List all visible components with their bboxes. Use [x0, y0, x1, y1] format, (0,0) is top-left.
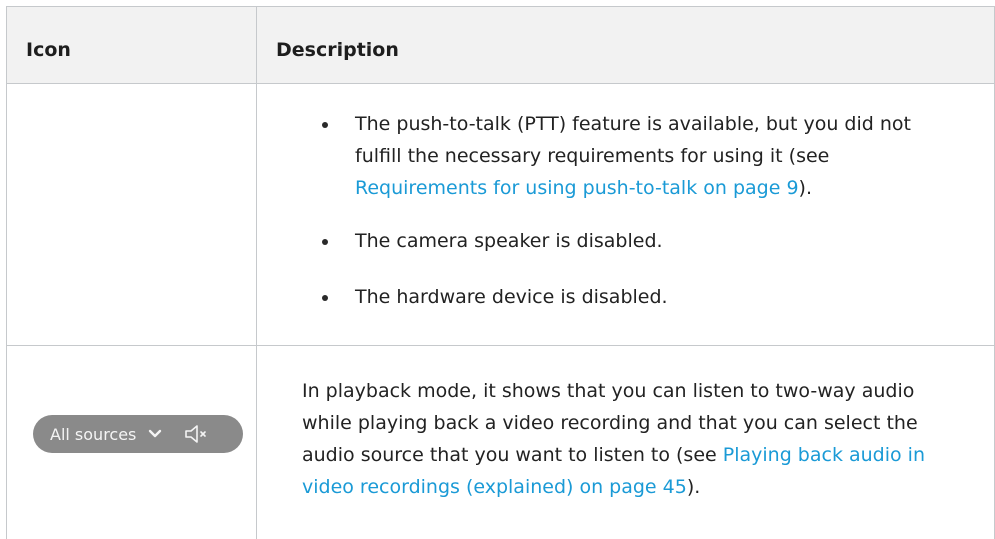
list-item: The push-to-talk (PTT) feature is availa… [318, 108, 958, 204]
bullet-dot [322, 239, 328, 245]
bullet-text: The push-to-talk (PTT) feature is availa… [355, 113, 911, 167]
row1-description-cell: The push-to-talk (PTT) feature is availa… [318, 108, 958, 313]
icon-description-table: Icon Description The push-to-talk (PTT) … [0, 0, 995, 539]
row2-description-cell: In playback mode, it shows that you can … [302, 375, 962, 503]
list-item: The camera speaker is disabled. [318, 225, 958, 257]
audio-source-label: All sources [50, 424, 137, 444]
requirements-link[interactable]: Requirements for using push-to-talk on p… [355, 177, 799, 199]
column-divider [256, 6, 257, 539]
bullet-dot [322, 295, 328, 301]
table-left-border [6, 6, 7, 539]
header-bottom-border [6, 83, 995, 84]
audio-source-selector: All sources [33, 415, 243, 453]
header-description-column: Description [276, 39, 399, 61]
chevron-down-icon [148, 429, 162, 439]
row-divider [6, 345, 995, 346]
bullet-text: The hardware device is disabled. [355, 286, 668, 308]
bullet-text: The camera speaker is disabled. [355, 230, 663, 252]
bullet-text-end: ). [798, 177, 812, 199]
header-icon-column: Icon [26, 39, 71, 61]
description-text-end: ). [686, 476, 701, 498]
table-top-border [6, 6, 995, 7]
speaker-muted-icon [184, 423, 210, 445]
list-item: The hardware device is disabled. [318, 281, 958, 313]
bullet-dot [322, 122, 328, 128]
table-header-row: Icon Description [6, 6, 995, 83]
